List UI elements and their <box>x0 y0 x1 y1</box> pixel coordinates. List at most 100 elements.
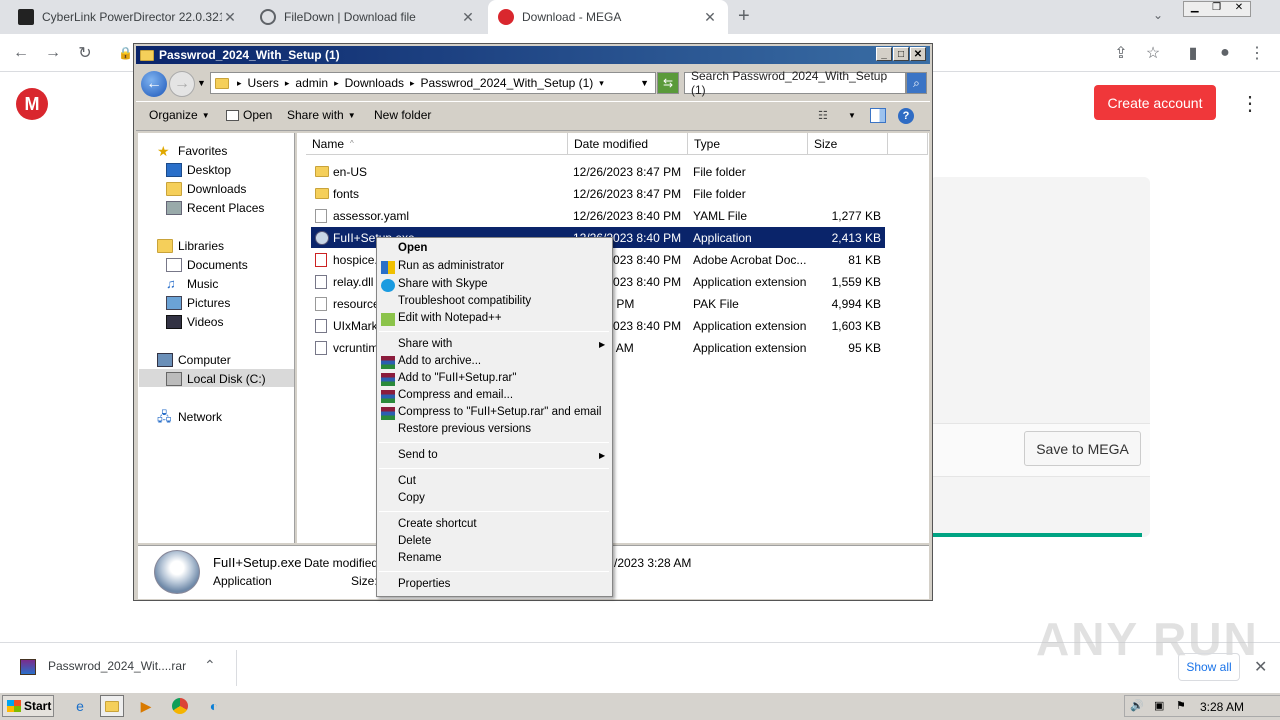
context-menu-item[interactable]: Troubleshoot compatibility <box>398 295 531 307</box>
new-folder-button[interactable]: New folder <box>374 108 431 122</box>
column-header-name[interactable]: Name ^ <box>306 133 568 155</box>
context-menu-item[interactable]: Edit with Notepad++ <box>398 312 502 324</box>
breadcrumb-downloads[interactable]: Downloads <box>345 76 404 90</box>
tab-search-icon[interactable]: ⌄ <box>1153 8 1163 22</box>
history-dropdown-icon[interactable]: ▼ <box>197 78 206 88</box>
nav-network[interactable]: 🖧 Network <box>157 410 222 425</box>
nav-pictures[interactable]: Pictures <box>166 296 230 310</box>
share-with-button[interactable]: Share with ▼ <box>287 108 356 122</box>
context-menu-item[interactable]: Delete <box>398 535 431 547</box>
context-menu-item[interactable]: Send to <box>398 449 438 461</box>
explorer-title-bar[interactable]: Passwrod_2024_With_Setup (1) <box>136 46 930 64</box>
side-panel-icon[interactable]: ▮ <box>1180 40 1206 66</box>
context-menu-item[interactable]: Cut <box>398 475 416 487</box>
open-button[interactable]: Open <box>226 108 272 122</box>
context-menu-item[interactable]: Copy <box>398 492 425 504</box>
view-options-icon[interactable]: ☷ <box>818 109 828 122</box>
bookmark-star-icon[interactable]: ☆ <box>1140 40 1166 66</box>
download-item-name[interactable]: Passwrod_2024_Wit....rar <box>48 659 186 673</box>
ie-icon[interactable]: e <box>68 695 92 717</box>
close-button[interactable]: ✕ <box>910 47 926 61</box>
context-menu-item[interactable]: Properties <box>398 578 450 590</box>
minimize-icon[interactable]: ▁ <box>1191 2 1199 16</box>
context-menu-item[interactable]: Run as administrator <box>398 260 504 272</box>
context-menu-item[interactable]: Open <box>398 242 427 254</box>
organize-button[interactable]: Organize ▼ <box>149 108 210 122</box>
breadcrumb-chevron-icon[interactable]: ▸ <box>410 78 415 89</box>
close-icon[interactable]: ✕ <box>460 9 476 26</box>
refresh-icon[interactable]: ⇆ <box>657 72 679 94</box>
window-controls[interactable]: ▁ ❐ ✕ <box>1183 1 1251 17</box>
close-icon[interactable]: ✕ <box>702 9 718 26</box>
forward-arrow-icon[interactable]: → <box>40 40 66 66</box>
reload-icon[interactable]: ↻ <box>72 40 98 66</box>
address-dropdown-icon[interactable]: ▼ <box>640 78 649 88</box>
flag-icon[interactable]: ⚑ <box>1176 699 1186 712</box>
start-button[interactable]: Start <box>2 695 54 717</box>
restore-icon[interactable]: ❐ <box>1212 2 1221 16</box>
breadcrumb-chevron-icon[interactable]: ▸ <box>334 78 339 89</box>
chrome-icon[interactable] <box>168 695 192 717</box>
file-row[interactable]: assessor.yaml 12/26/2023 8:40 PM YAML File… <box>311 205 885 227</box>
column-header-date[interactable]: Date modified <box>568 133 688 155</box>
nav-videos[interactable]: Videos <box>166 315 223 329</box>
speaker-icon[interactable]: 🔊 <box>1130 699 1144 712</box>
tab-filedown[interactable]: FileDown | Download file ✕ <box>250 0 486 34</box>
show-all-button[interactable]: Show all <box>1178 653 1240 681</box>
profile-icon[interactable]: ● <box>1212 40 1238 66</box>
context-menu-item[interactable]: Compress to "FuII+Setup.rar" and email <box>398 406 601 418</box>
nav-local-disk[interactable]: Local Disk (C:) <box>166 372 266 386</box>
back-button[interactable]: ← <box>141 71 167 97</box>
nav-documents[interactable]: Documents <box>166 258 248 272</box>
nav-computer[interactable]: Computer <box>157 353 231 367</box>
context-menu-item[interactable]: Share with <box>398 338 452 350</box>
menu-kebab-icon[interactable]: ⋮ <box>1244 40 1270 66</box>
network-tray-icon[interactable]: ▣ <box>1154 699 1164 712</box>
mega-menu-icon[interactable]: ⋮ <box>1240 92 1260 116</box>
context-menu-item[interactable]: Compress and email... <box>398 389 513 401</box>
nav-favorites[interactable]: ★ Favorites <box>157 144 227 158</box>
file-row[interactable]: fonts 12/26/2023 8:47 PM File folder <box>311 183 885 205</box>
preview-pane-icon[interactable] <box>870 108 886 123</box>
minimize-button[interactable]: _ <box>876 47 892 61</box>
maximize-button[interactable]: □ <box>893 47 909 61</box>
tab-cyberlink[interactable]: CyberLink PowerDirector 22.0.3215 ✕ <box>8 0 248 34</box>
context-menu-item[interactable]: Restore previous versions <box>398 423 531 435</box>
edge-icon[interactable]: ◐ <box>202 695 226 717</box>
nav-music[interactable]: ♫ Music <box>166 277 218 292</box>
search-input[interactable]: Search Passwrod_2024_With_Setup (1) <box>684 69 906 97</box>
breadcrumb-chevron-icon[interactable]: ▸ <box>285 78 290 89</box>
context-menu-item[interactable]: Rename <box>398 552 441 564</box>
share-icon[interactable]: ⇪ <box>1108 40 1134 66</box>
address-bar[interactable]: ▸ Users ▸ admin ▸ Downloads ▸ Passwrod_2… <box>210 72 656 94</box>
context-menu-item[interactable]: Create shortcut <box>398 518 477 530</box>
tab-mega[interactable]: Download - MEGA ✕ <box>488 0 728 34</box>
create-account-button[interactable]: Create account <box>1094 85 1216 120</box>
save-to-mega-button[interactable]: Save to MEGA <box>1024 431 1141 466</box>
close-icon[interactable]: ✕ <box>1235 2 1243 16</box>
nav-libraries[interactable]: Libraries <box>157 239 224 253</box>
mega-logo[interactable]: M <box>16 88 48 120</box>
search-icon[interactable]: ⌕ <box>906 72 927 94</box>
back-arrow-icon[interactable]: ← <box>8 40 34 66</box>
close-icon[interactable]: ✕ <box>1254 657 1267 677</box>
breadcrumb-chevron-icon[interactable]: ▸ <box>237 78 242 89</box>
nav-downloads[interactable]: Downloads <box>166 182 246 196</box>
context-menu-item[interactable]: Add to "FuII+Setup.rar" <box>398 372 516 384</box>
file-row[interactable]: en-US 12/26/2023 8:47 PM File folder <box>311 161 885 183</box>
media-player-icon[interactable]: ▶ <box>134 695 158 717</box>
forward-button[interactable]: → <box>169 71 195 97</box>
breadcrumb-chevron-icon[interactable]: ▾ <box>599 78 604 89</box>
close-icon[interactable]: ✕ <box>222 9 238 26</box>
chevron-up-icon[interactable]: ⌃ <box>204 657 216 674</box>
column-header-type[interactable]: Type <box>688 133 808 155</box>
breadcrumb-current[interactable]: Passwrod_2024_With_Setup (1) <box>421 76 594 90</box>
lock-icon[interactable]: 🔒 <box>118 46 133 60</box>
context-menu-item[interactable]: Share with Skype <box>398 278 488 290</box>
breadcrumb-users[interactable]: Users <box>248 76 279 90</box>
nav-desktop[interactable]: Desktop <box>166 163 231 177</box>
help-icon[interactable]: ? <box>898 108 914 124</box>
explorer-taskbar-icon[interactable] <box>100 695 124 717</box>
column-header-extra[interactable] <box>888 133 928 155</box>
breadcrumb-admin[interactable]: admin <box>295 76 328 90</box>
